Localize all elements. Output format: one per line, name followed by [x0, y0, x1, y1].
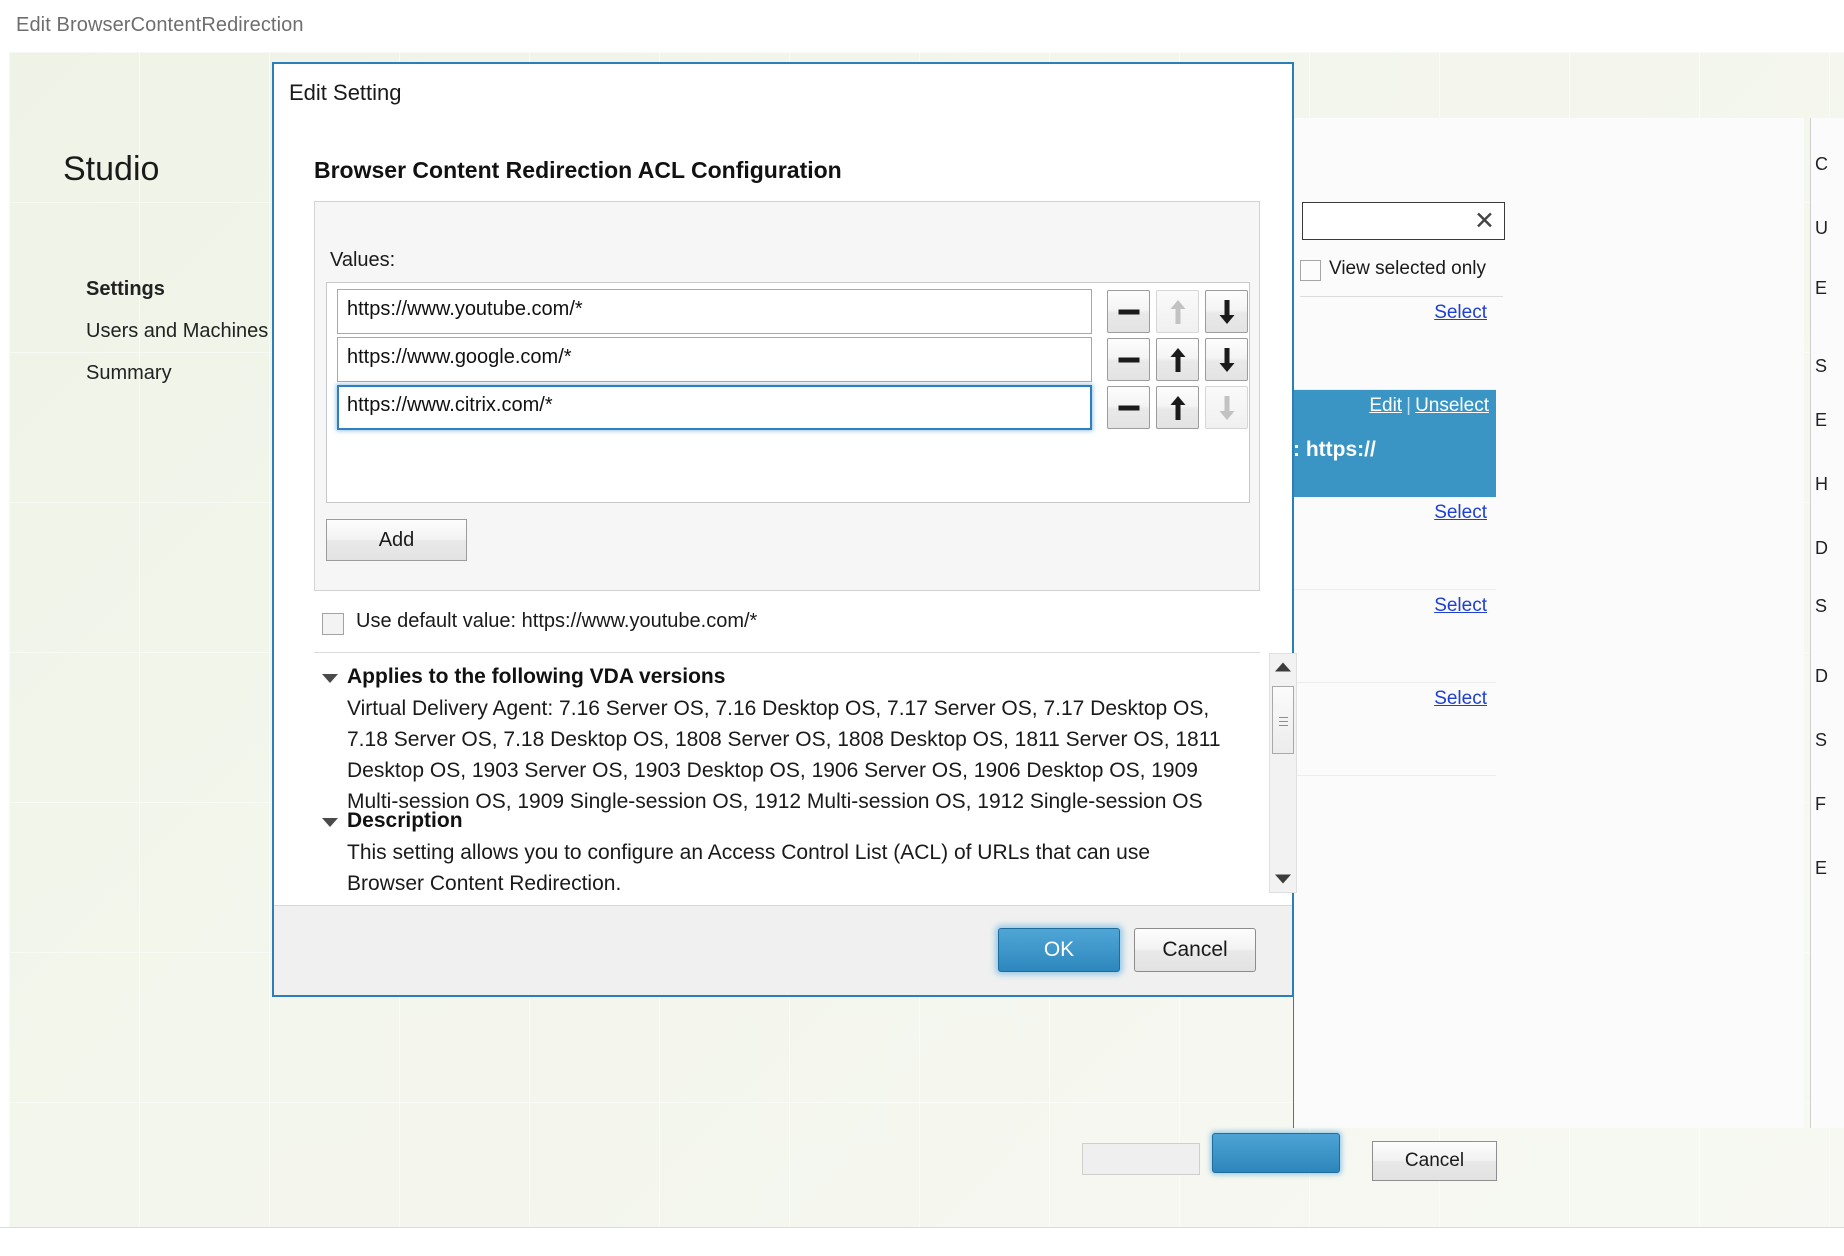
move-down-button-2[interactable] [1205, 338, 1248, 381]
select-link[interactable]: Select [1434, 502, 1487, 524]
select-link[interactable]: Select [1434, 302, 1487, 324]
arrow-down-icon [1218, 300, 1235, 324]
select-link[interactable]: Select [1434, 688, 1487, 710]
screen: Edit BrowserContentRedirection Studio Se… [0, 0, 1844, 1256]
minus-icon [1118, 309, 1139, 314]
edge-fragment: E [1815, 858, 1827, 879]
window-title: Edit BrowserContentRedirection [16, 14, 304, 37]
list-item[interactable]: Select [1293, 683, 1496, 776]
vda-versions-heading: Applies to the following VDA versions [347, 665, 725, 689]
arrow-up-icon [1169, 348, 1186, 372]
move-up-button-3[interactable] [1156, 386, 1199, 429]
settings-edge-column: C U E S E H D S D S F E [1810, 118, 1844, 1128]
value-row: https://www.google.com/* [327, 337, 1251, 386]
cancel-button[interactable]: Cancel [1134, 928, 1256, 972]
action-separator: | [1402, 395, 1415, 417]
search-input[interactable]: ✕ [1302, 202, 1505, 240]
settings-rows: Select Edit|Unselect : https:// Select S… [1293, 297, 1496, 776]
close-x-icon[interactable]: ✕ [1474, 207, 1495, 235]
values-label: Values: [330, 249, 395, 272]
value-input-1[interactable]: https://www.youtube.com/* [337, 289, 1092, 334]
info-pane: Applies to the following VDA versions Vi… [314, 652, 1260, 892]
edge-fragment: E [1815, 410, 1827, 431]
dialog-title: Edit Setting [289, 80, 402, 106]
value-text: https://www.google.com/* [347, 346, 572, 369]
use-default-value-checkbox[interactable] [322, 613, 344, 635]
remove-value-button-3[interactable] [1107, 386, 1150, 429]
value-text: https://www.citrix.com/* [347, 394, 553, 417]
panel-cancel-button[interactable]: Cancel [1372, 1141, 1497, 1181]
value-input-2[interactable]: https://www.google.com/* [337, 337, 1092, 382]
values-group: Values: https://www.youtube.com/* [314, 201, 1260, 591]
window-titlebar: Edit BrowserContentRedirection [0, 0, 1844, 53]
scroll-up-arrow-icon[interactable] [1270, 654, 1296, 680]
edge-fragment: D [1815, 538, 1828, 559]
minus-icon [1118, 405, 1139, 410]
edge-fragment: S [1815, 596, 1827, 617]
row-value-fragment: : https:// [1293, 438, 1376, 462]
use-default-value-label: Use default value: https://www.youtube.c… [356, 610, 757, 633]
row-actions: Edit|Unselect [1369, 395, 1489, 417]
edit-setting-dialog: Edit Setting Browser Content Redirection… [272, 62, 1294, 997]
info-scrollbar[interactable] [1269, 653, 1297, 893]
value-row: https://www.youtube.com/* [327, 289, 1251, 338]
value-input-3[interactable]: https://www.citrix.com/* [337, 385, 1092, 430]
edge-fragment: S [1815, 356, 1827, 377]
edge-fragment: S [1815, 730, 1827, 751]
list-item-selected[interactable]: Edit|Unselect : https:// [1293, 390, 1496, 497]
unselect-link[interactable]: Unselect [1415, 395, 1489, 416]
product-title: Studio [63, 150, 159, 189]
edge-fragment: F [1815, 794, 1826, 815]
arrow-up-icon [1169, 300, 1186, 324]
window-bottom-strip [0, 1227, 1844, 1256]
background-primary-button[interactable] [1212, 1133, 1340, 1173]
list-item[interactable]: Select [1293, 590, 1496, 683]
dialog-heading: Browser Content Redirection ACL Configur… [314, 157, 842, 184]
edit-link[interactable]: Edit [1369, 395, 1402, 416]
view-selected-only-label: View selected only [1329, 258, 1486, 280]
edge-fragment: C [1815, 154, 1828, 175]
select-link[interactable]: Select [1434, 595, 1487, 617]
description-body: This setting allows you to configure an … [347, 837, 1229, 899]
value-row: https://www.citrix.com/* [327, 385, 1251, 434]
move-down-button-1[interactable] [1205, 290, 1248, 333]
description-heading: Description [347, 809, 463, 833]
move-up-button-2[interactable] [1156, 338, 1199, 381]
arrow-down-icon [1218, 396, 1235, 420]
triangle-down-icon[interactable] [322, 674, 338, 683]
scrollbar-thumb[interactable] [1272, 686, 1294, 754]
value-text: https://www.youtube.com/* [347, 298, 583, 321]
scroll-down-arrow-icon[interactable] [1270, 866, 1296, 892]
edge-fragment: U [1815, 218, 1828, 239]
view-selected-only-checkbox[interactable] [1300, 260, 1321, 281]
move-down-button-3 [1205, 386, 1248, 429]
values-list: https://www.youtube.com/* [326, 282, 1250, 503]
triangle-down-icon[interactable] [322, 818, 338, 827]
move-up-button-1 [1156, 290, 1199, 333]
minus-icon [1118, 357, 1139, 362]
vda-versions-body: Virtual Delivery Agent: 7.16 Server OS, … [347, 693, 1229, 817]
dialog-footer: OK Cancel [274, 905, 1292, 995]
edge-fragment: D [1815, 666, 1828, 687]
list-item[interactable]: Select [1293, 497, 1496, 590]
ok-button[interactable]: OK [998, 928, 1120, 972]
arrow-down-icon [1218, 348, 1235, 372]
background-button[interactable] [1082, 1143, 1200, 1175]
edge-fragment: E [1815, 278, 1827, 299]
add-button[interactable]: Add [326, 519, 467, 561]
edge-fragment: H [1815, 474, 1828, 495]
remove-value-button-2[interactable] [1107, 338, 1150, 381]
list-item[interactable]: Select [1293, 297, 1496, 390]
remove-value-button-1[interactable] [1107, 290, 1150, 333]
arrow-up-icon [1169, 396, 1186, 420]
view-selected-only-row[interactable]: View selected only [1300, 258, 1510, 284]
